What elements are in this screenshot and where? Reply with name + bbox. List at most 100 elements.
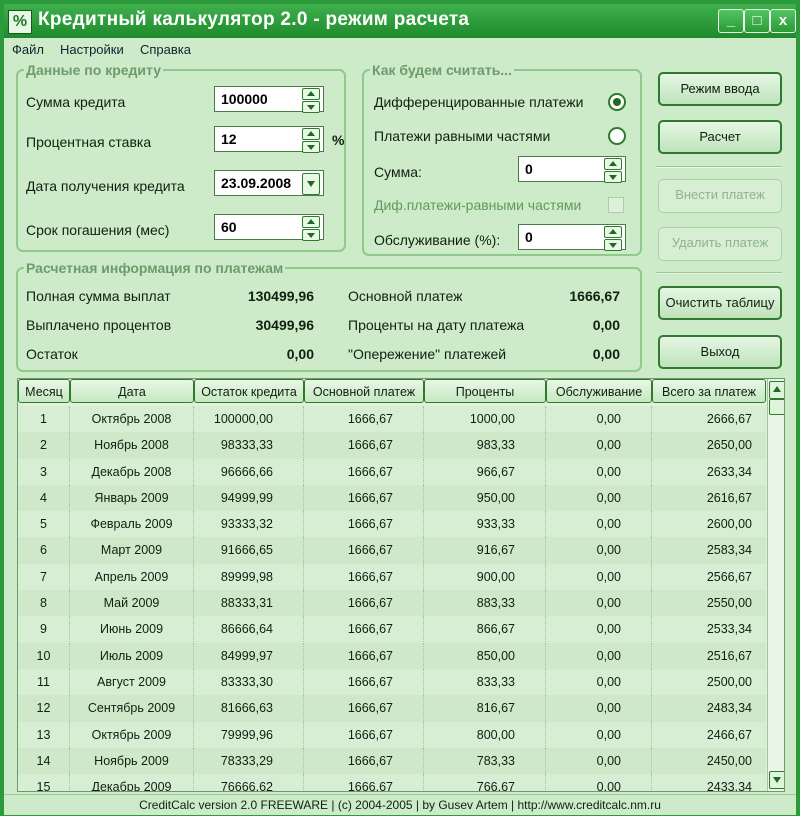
table-cell: 850,00 [424,642,546,669]
table-row[interactable]: 4 Январь 2009 94999,99 1666,67 950,00 0,00 261… [18,484,766,512]
table-cell: 900,00 [424,563,546,590]
close-button[interactable]: x [770,9,796,33]
date-dropdown-icon[interactable] [302,173,320,195]
col-header-balance[interactable]: Остаток кредита [194,379,304,403]
spin-up-icon[interactable] [302,128,320,140]
col-header-month[interactable]: Месяц [18,379,70,403]
percent-app-icon: % [8,10,32,34]
col-header-principal[interactable]: Основной платеж [304,379,424,403]
diff-payments-radio[interactable] [608,93,626,111]
menu-help[interactable]: Справка [140,42,191,57]
table-row[interactable]: 5 Февраль 2009 93333,32 1666,67 933,33 0,00 26… [18,511,766,538]
table-cell: 2483,34 [706,701,752,716]
equal-payments-radio[interactable] [608,127,626,145]
scroll-thumb[interactable] [769,399,784,415]
table-cell: 800,00 [424,721,546,748]
table-row[interactable]: 3 Декабрь 2008 96666,66 1666,67 966,67 0,00 26… [18,458,766,485]
table-cell: 0,00 [546,484,652,511]
spin-down-icon[interactable] [604,171,622,183]
menu-bar: Файл Настройки Справка [4,38,796,60]
table-header: Месяц Дата Остаток кредита Основной плат… [18,379,766,405]
clear-table-button[interactable]: Очистить таблицу [658,286,782,320]
table-cell: 2616,67 [706,490,752,505]
interest-rate-label: Процентная ставка [26,134,152,150]
principal-value: 1666,67 [569,288,620,304]
term-spinner[interactable] [302,216,320,241]
table-cell: 100000,00 [194,406,304,432]
menu-file[interactable]: Файл [12,42,44,57]
table-cell: 4 [18,484,70,511]
col-header-interest[interactable]: Проценты [424,379,546,403]
table-cell: 2533,34 [706,622,752,637]
input-mode-button[interactable]: Режим ввода [658,72,782,106]
spin-down-icon[interactable] [604,239,622,251]
interest-rate-spinner[interactable] [302,128,320,153]
table-cell: 3 [18,458,70,485]
service-label: Обслуживание (%): [374,232,501,248]
credit-amount-spinner[interactable] [302,88,320,113]
spin-up-icon[interactable] [604,158,622,170]
spin-up-icon[interactable] [302,216,320,228]
table-row[interactable]: 11 Август 2009 83333,30 1666,67 833,33 0,00 25… [18,668,766,696]
scroll-up-icon[interactable] [769,381,784,399]
maximize-button[interactable]: □ [744,9,770,33]
table-row[interactable]: 15 Декабрь 2009 76666,62 1666,67 766,67 0,00 2… [18,774,766,791]
table-row[interactable]: 10 Июль 2009 84999,97 1666,67 850,00 0,00 2516… [18,642,766,669]
table-cell: 2650,00 [706,438,752,453]
table-cell: 766,67 [424,774,546,791]
table-cell: 98333,33 [194,432,304,459]
table-row[interactable]: 6 Март 2009 91666,65 1666,67 916,67 0,00 2583,… [18,537,766,564]
table-body: 1 Октябрь 2008 100000,00 1666,67 1000,00 0,00… [18,406,766,791]
table-cell: 2583,34 [706,543,752,558]
spin-down-icon[interactable] [302,141,320,153]
spin-down-icon[interactable] [302,229,320,241]
table-cell: 96666,66 [194,458,304,485]
spin-up-icon[interactable] [604,226,622,238]
table-row[interactable]: 12 Сентябрь 2009 81666,63 1666,67 816,67 0,00… [18,695,766,722]
table-cell: 0,00 [546,695,652,722]
sum-label: Сумма: [374,164,422,180]
table-cell: Сентябрь 2009 [70,695,194,722]
col-header-service[interactable]: Обслуживание [546,379,652,403]
table-cell: 15 [18,774,70,791]
table-row[interactable]: 1 Октябрь 2008 100000,00 1666,67 1000,00 0,00… [18,406,766,433]
table-cell: 783,33 [424,747,546,774]
table-row[interactable]: 2 Ноябрь 2008 98333,33 1666,67 983,33 0,00 265… [18,432,766,459]
table-cell: 91666,65 [194,537,304,564]
vertical-scrollbar[interactable] [767,379,784,791]
exit-button[interactable]: Выход [658,335,782,369]
scroll-down-icon[interactable] [769,771,784,789]
spin-up-icon[interactable] [302,88,320,100]
table-row[interactable]: 8 Май 2009 88333,31 1666,67 883,33 0,00 2550,0… [18,590,766,617]
table-cell: Март 2009 [70,537,194,564]
table-cell: 2450,00 [706,753,752,768]
table-cell: Октябрь 2009 [70,721,194,748]
spin-down-icon[interactable] [302,101,320,113]
total-sum-label: Полная сумма выплат [26,288,171,304]
table-cell: 0,00 [546,747,652,774]
table-cell: 94999,99 [194,484,304,511]
delete-payment-button[interactable]: Удалить платеж [658,227,782,261]
table-row[interactable]: 9 Июнь 2009 86666,64 1666,67 866,67 0,00 2533,… [18,616,766,643]
app-window: % Кредитный калькулятор 2.0 - режим расч… [0,0,800,816]
add-payment-button[interactable]: Внести платеж [658,179,782,213]
table-cell: 84999,97 [194,642,304,669]
table-cell: 1666,67 [304,458,424,485]
col-header-total[interactable]: Всего за платеж [652,379,766,403]
minimize-button[interactable]: _ [718,9,744,33]
table-row[interactable]: 13 Октябрь 2009 79999,96 1666,67 800,00 0,00 2… [18,721,766,748]
sum-spinner[interactable] [604,158,622,183]
table-cell: 1666,67 [304,747,424,774]
issue-date-label: Дата получения кредита [26,178,185,194]
status-bar: CreditCalc version 2.0 FREEWARE | (c) 20… [4,794,796,815]
table-row[interactable]: 14 Ноябрь 2009 78333,29 1666,67 783,33 0,00 24… [18,747,766,775]
col-header-date[interactable]: Дата [70,379,194,403]
table-row[interactable]: 7 Апрель 2009 89999,98 1666,67 900,00 0,00 256… [18,563,766,591]
mixed-payments-checkbox[interactable] [608,197,624,213]
term-label: Срок погашения (мес) [26,222,170,238]
menu-settings[interactable]: Настройки [60,42,124,57]
payments-table[interactable]: Месяц Дата Остаток кредита Основной плат… [17,378,785,792]
table-cell: 14 [18,747,70,774]
service-spinner[interactable] [604,226,622,251]
calculate-button[interactable]: Расчет [658,120,782,154]
